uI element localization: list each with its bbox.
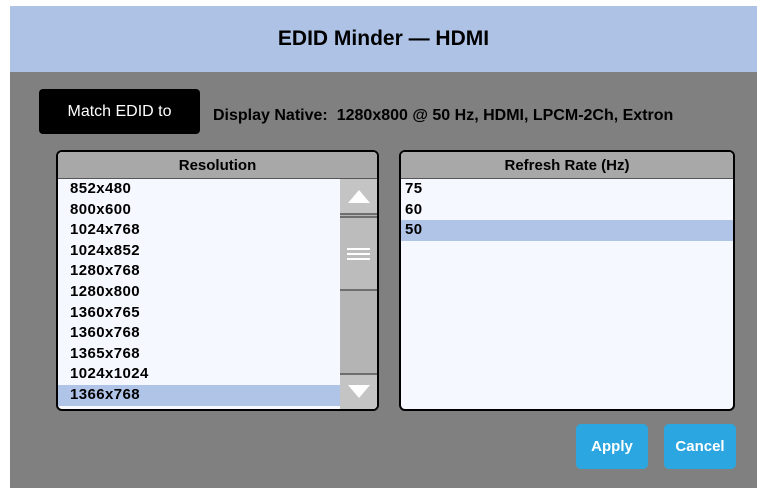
resolution-list-item[interactable]: 1360x765 (58, 303, 340, 324)
resolution-list-item[interactable]: 1360x768 (58, 323, 340, 344)
scroll-thumb[interactable] (340, 216, 377, 291)
refresh-rate-list-item[interactable]: 60 (401, 200, 733, 221)
display-native-label: Display Native: (213, 107, 328, 124)
resolution-scrollbar[interactable] (340, 179, 377, 409)
display-native-value: 1280x800 @ 50 Hz, HDMI, LPCM-2Ch, Extron (336, 107, 674, 124)
scroll-up-icon[interactable] (340, 179, 377, 215)
resolution-list-item[interactable]: 1024x852 (58, 241, 340, 262)
grip-lines-icon (347, 248, 370, 260)
resolution-list-item[interactable]: 800x600 (58, 200, 340, 221)
refresh-rate-header: Refresh Rate (Hz) (401, 152, 733, 179)
resolution-list-item[interactable]: 1024x768 (58, 220, 340, 241)
apply-button[interactable]: Apply (576, 424, 648, 469)
resolution-list[interactable]: 852x480 800x600 1024x768 1024x852 1280x768 12… (58, 179, 340, 409)
resolution-header: Resolution (58, 152, 377, 179)
refresh-rate-list-panel: Refresh Rate (Hz) 75 60 50 (399, 150, 735, 411)
title-bar: EDID Minder — HDMI (10, 6, 757, 72)
resolution-list-item[interactable]: 1365x768 (58, 344, 340, 365)
edid-minder-window: EDID Minder — HDMI Match EDID to Display… (10, 6, 757, 488)
refresh-rate-list-item[interactable]: 75 (401, 179, 733, 200)
cancel-button[interactable]: Cancel (664, 424, 736, 469)
scroll-down-icon[interactable] (340, 373, 377, 409)
display-native-info: Display Native: 1280x800 @ 50 Hz, HDMI, L… (213, 107, 673, 125)
refresh-rate-list[interactable]: 75 60 50 (401, 179, 733, 409)
resolution-list-item[interactable]: 852x480 (58, 179, 340, 200)
resolution-list-item[interactable]: 1280x768 (58, 261, 340, 282)
refresh-rate-list-item[interactable]: 50 (401, 220, 733, 241)
resolution-list-item[interactable]: 1024x1024 (58, 364, 340, 385)
window-title: EDID Minder — HDMI (277, 27, 490, 50)
resolution-list-panel: Resolution 852x480 800x600 1024x768 1024x85… (56, 150, 379, 411)
resolution-list-item[interactable]: 1366x768 (58, 384, 340, 406)
resolution-list-item[interactable]: 1280x800 (58, 282, 340, 303)
match-edid-button[interactable]: Match EDID to (39, 89, 200, 134)
